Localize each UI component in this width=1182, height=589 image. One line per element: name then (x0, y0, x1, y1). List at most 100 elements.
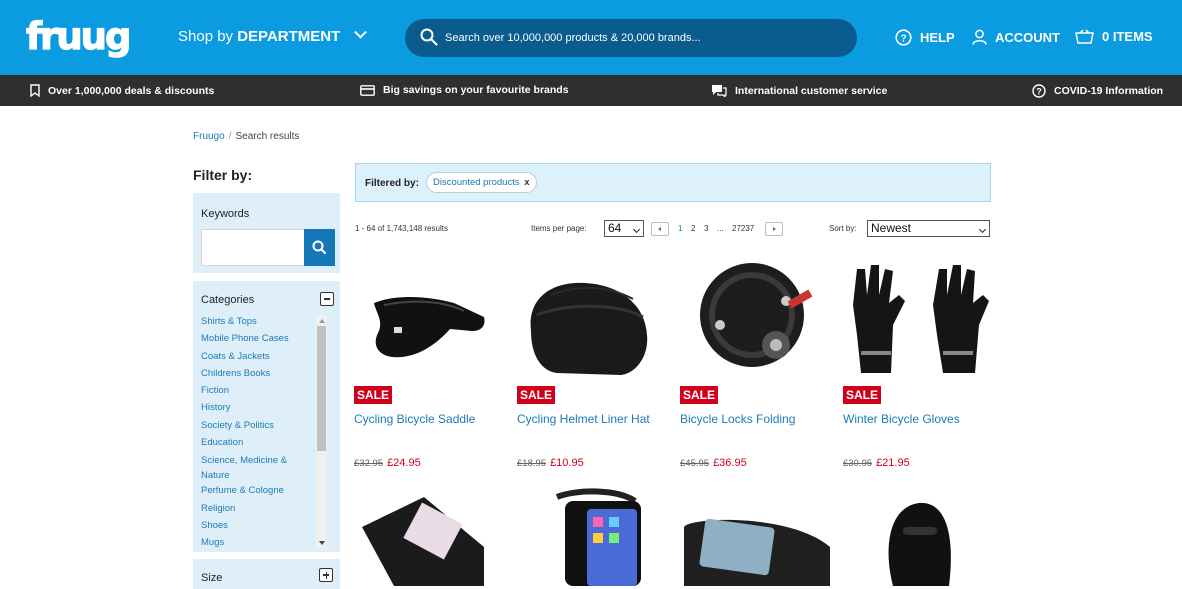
breadcrumb: Fruugo / Search results (193, 131, 299, 142)
chat-icon (712, 85, 727, 97)
product-price: £45.95 £36.95 (680, 457, 747, 469)
remove-filter-icon[interactable]: x (524, 177, 529, 188)
category-item[interactable]: Science, Medicine & Nature (201, 454, 301, 485)
hat-image[interactable] (517, 255, 672, 385)
prev-page-button[interactable] (651, 222, 669, 236)
svg-text:fruugo: fruugo (26, 15, 130, 58)
chevron-down-icon (978, 225, 987, 234)
keywords-input[interactable] (201, 229, 305, 266)
sale-badge: SALE (680, 386, 719, 404)
items-per-page-value: 64 (608, 221, 622, 235)
old-price: £45.95 (680, 458, 710, 469)
product-card[interactable] (517, 487, 672, 586)
current-price: £36.95 (713, 457, 747, 469)
product-price: £30.95 £21.95 (843, 457, 910, 469)
help-link[interactable]: ? HELP (895, 29, 955, 46)
scrollbar-thumb[interactable] (317, 326, 326, 451)
product-card[interactable] (843, 487, 998, 586)
scroll-up-icon[interactable] (319, 319, 325, 323)
keywords-label: Keywords (201, 208, 250, 220)
category-item[interactable]: Society & Politics (201, 420, 301, 437)
items-per-page-select[interactable]: 64 (604, 220, 644, 237)
current-price: £21.95 (876, 457, 910, 469)
gloves-image[interactable] (843, 255, 998, 385)
lock-image[interactable] (680, 255, 835, 385)
search-input[interactable]: Search over 10,000,000 products & 20,000… (445, 32, 701, 44)
savings-info[interactable]: Big savings on your favourite brands (360, 84, 569, 96)
savings-label: Big savings on your favourite brands (383, 84, 569, 96)
page-link[interactable]: 2 (691, 224, 695, 233)
chevron-down-icon (354, 25, 368, 39)
items-label: 0 ITEMS (1102, 29, 1153, 44)
current-price: £24.95 (387, 457, 421, 469)
size-label: Size (201, 572, 223, 584)
product-title[interactable]: Bicycle Locks Folding (680, 412, 795, 426)
category-scrollbar[interactable] (316, 315, 327, 549)
categories-panel: Categories Shirts & Tops Mobile Phone Ca… (193, 281, 340, 552)
category-item[interactable]: Shoes (201, 520, 301, 537)
arrow-right-icon (773, 227, 776, 231)
sale-badge: SALE (354, 386, 393, 404)
top-tube-bag-image[interactable] (680, 487, 835, 586)
old-price: £30.95 (843, 458, 873, 469)
help-icon: ? (895, 29, 912, 46)
search-bar[interactable]: Search over 10,000,000 products & 20,000… (405, 19, 857, 57)
fruugo-logo[interactable]: fruugo (24, 12, 156, 64)
filtered-by-label: Filtered by: (365, 178, 419, 189)
category-item[interactable]: Mobile Phone Cases (201, 333, 301, 350)
category-item[interactable]: Religion (201, 503, 301, 520)
category-item[interactable]: Mugs (201, 537, 301, 554)
collapse-categories-button[interactable] (320, 292, 334, 306)
product-price: £18.95 £10.95 (517, 457, 584, 469)
sort-value: Newest (871, 221, 912, 235)
category-item[interactable]: Education (201, 437, 301, 454)
next-page-button[interactable] (765, 222, 783, 236)
svg-text:?: ? (1036, 87, 1042, 97)
product-title[interactable]: Cycling Bicycle Saddle (354, 412, 475, 426)
search-icon (312, 240, 327, 255)
category-item[interactable]: Shirts & Tops (201, 316, 301, 333)
category-item[interactable]: History (201, 402, 301, 419)
category-item[interactable]: Coats & Jackets (201, 351, 301, 368)
expand-size-button[interactable] (319, 568, 333, 582)
category-item[interactable]: Fiction (201, 385, 301, 402)
top-header: fruugo Shop by DEPARTMENT Search over 10… (0, 0, 1182, 75)
filter-chip[interactable]: Discounted products x (426, 172, 537, 193)
categories-label: Categories (201, 294, 255, 306)
department-label: DEPARTMENT (237, 28, 341, 45)
phone-bag-image[interactable] (354, 487, 509, 586)
results-count: 1 - 64 of 1,743,148 results (355, 224, 448, 233)
covid-info[interactable]: ? COVID-19 Information (1032, 84, 1163, 98)
page-ellipsis: ... (717, 224, 724, 233)
account-link[interactable]: ACCOUNT (972, 29, 1060, 45)
keywords-search-button[interactable] (304, 229, 335, 266)
svg-text:?: ? (900, 34, 906, 45)
shop-by-department-button[interactable]: Shop by DEPARTMENT (178, 25, 368, 45)
old-price: £32.95 (354, 458, 384, 469)
product-card[interactable] (680, 487, 835, 586)
page-link[interactable]: 3 (704, 224, 708, 233)
scroll-down-icon[interactable] (319, 541, 325, 545)
basket-link[interactable]: 0 ITEMS (1075, 29, 1153, 44)
balaclava-image[interactable] (843, 487, 998, 586)
sort-label: Sort by: (829, 224, 857, 233)
breadcrumb-separator: / (228, 131, 232, 142)
filter-chip-label: Discounted products (433, 177, 520, 188)
saddle-image[interactable] (354, 255, 509, 385)
active-filters: Filtered by: Discounted products x (355, 163, 991, 202)
sort-select[interactable]: Newest (867, 220, 990, 237)
service-info[interactable]: International customer service (711, 84, 887, 97)
product-title[interactable]: Winter Bicycle Gloves (843, 412, 960, 426)
phone-mount-bag-image[interactable] (517, 487, 672, 586)
old-price: £18.95 (517, 458, 547, 469)
items-per-page-label: Items per page: (531, 224, 587, 233)
arrow-left-icon (658, 227, 661, 231)
breadcrumb-home[interactable]: Fruugo (193, 131, 225, 142)
page-link[interactable]: 27237 (732, 224, 754, 233)
product-card[interactable] (354, 487, 509, 586)
page-link[interactable]: 1 (678, 224, 682, 233)
product-title[interactable]: Cycling Helmet Liner Hat (517, 412, 650, 426)
category-item[interactable]: Perfume & Cologne (201, 485, 301, 502)
category-item[interactable]: Childrens Books (201, 368, 301, 385)
deals-info[interactable]: Over 1,000,000 deals & discounts (30, 84, 214, 97)
